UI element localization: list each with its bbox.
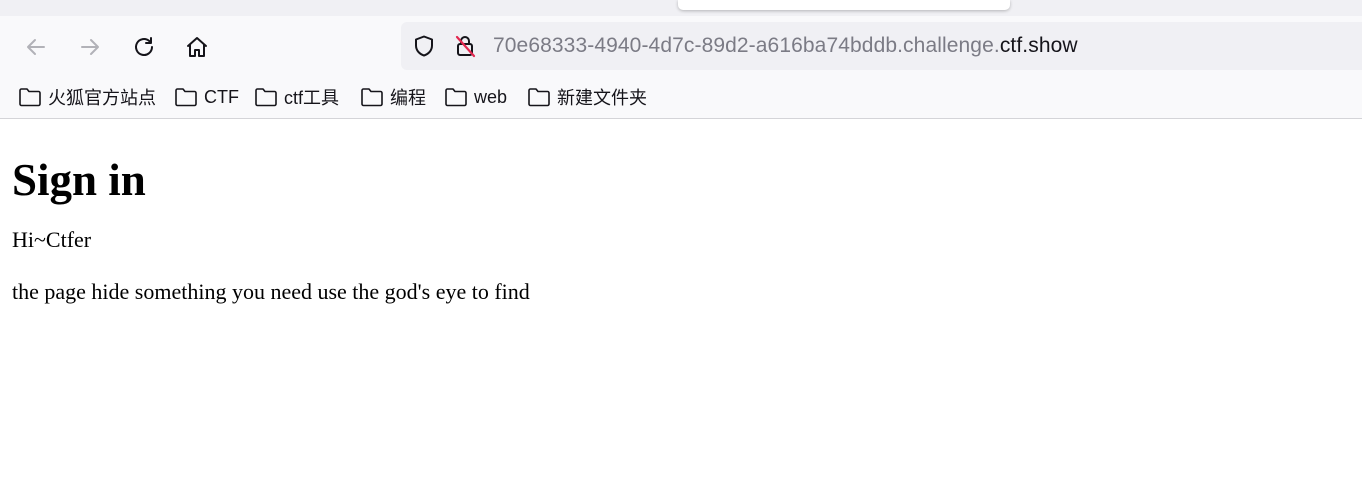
address-bar[interactable]: 70e68333-4940-4d7c-89d2-a616ba74bddb.cha… [401, 22, 1362, 70]
bookmark-label: CTF [204, 86, 239, 107]
folder-icon [255, 88, 277, 107]
back-button[interactable] [20, 31, 52, 63]
navigation-toolbar: 70e68333-4940-4d7c-89d2-a616ba74bddb.cha… [0, 16, 1362, 78]
greeting-text: Hi~Ctfer [12, 227, 92, 252]
hint-text: the page hide something you need use the… [12, 279, 530, 304]
forward-button[interactable] [74, 31, 106, 63]
reload-icon [135, 37, 153, 56]
url-prefix: 70e68333-4940-4d7c-89d2-a616ba74bddb.cha… [493, 34, 1000, 57]
bookmark-folder-programming[interactable]: 编程 [360, 85, 426, 109]
folder-icon [528, 88, 550, 107]
active-tab-edge[interactable] [678, 0, 1010, 10]
bookmark-folder-web[interactable]: web [444, 85, 507, 109]
url-domain: ctf.show [999, 34, 1078, 57]
forward-arrow-icon [81, 39, 99, 55]
folder-icon [175, 88, 197, 107]
bookmark-label: 新建文件夹 [557, 88, 647, 108]
folder-icon [19, 88, 41, 107]
shield-icon[interactable] [412, 34, 436, 58]
home-button[interactable] [181, 31, 213, 63]
bookmarks-toolbar: 火狐官方站点 CTF ctf工具 编程 web 新建文件夹 [0, 78, 1362, 119]
bookmark-label: web [474, 86, 508, 107]
back-arrow-icon [27, 39, 45, 55]
insecure-lock-icon[interactable] [453, 34, 477, 58]
bookmark-label: 编程 [390, 88, 426, 108]
reload-button[interactable] [128, 31, 160, 63]
home-icon [187, 37, 207, 57]
bookmark-folder-huohu[interactable]: 火狐官方站点 [18, 85, 156, 109]
folder-icon [361, 88, 383, 107]
bookmark-folder-ctf[interactable]: CTF [174, 85, 239, 109]
bookmark-label: 火狐官方站点 [48, 88, 156, 108]
tab-strip [0, 0, 1362, 16]
folder-icon [445, 88, 467, 107]
bookmark-folder-ctf-tools[interactable]: ctf工具 [254, 85, 339, 109]
page-title: Sign in [12, 155, 146, 205]
url-text[interactable]: 70e68333-4940-4d7c-89d2-a616ba74bddb.cha… [493, 34, 1078, 58]
page-content: Sign in Hi~Ctfer the page hide something… [12, 119, 1352, 305]
bookmark-folder-new-folder[interactable]: 新建文件夹 [527, 85, 647, 109]
bookmark-label: ctf工具 [284, 88, 340, 108]
